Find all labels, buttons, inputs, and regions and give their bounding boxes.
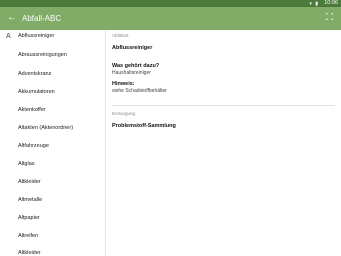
where-label: Was gehört dazu?: [112, 63, 160, 69]
list-item[interactable]: Altakten (Aktenordner): [18, 125, 73, 131]
divider: [112, 105, 335, 106]
where-value: Haushaltsreiniger: [112, 70, 151, 76]
list-item[interactable]: Akkumulatoren: [18, 89, 55, 95]
status-bar: ▾ ▮ 10:06: [0, 0, 341, 7]
fullscreen-icon[interactable]: [326, 13, 333, 20]
hint-value: siehe Schadstoffbehälter: [112, 88, 167, 94]
detail-pane: Abfallart Abflussreiniger Was gehört daz…: [106, 30, 341, 256]
section-label-category: Abfallart: [112, 33, 129, 38]
list-item[interactable]: Altfahrzeuge: [18, 143, 49, 149]
list-item[interactable]: Altreifen: [18, 233, 38, 239]
list-item[interactable]: Abraussreinigungen: [18, 52, 67, 58]
hint-label: Hinweis:: [112, 81, 135, 87]
list-item[interactable]: Altpapier: [18, 215, 40, 221]
app-title: Abfall-ABC: [22, 14, 62, 23]
list-item[interactable]: Altmetalle: [18, 197, 42, 203]
list-item[interactable]: Altglas: [18, 161, 35, 167]
list-item[interactable]: Aktenkoffer: [18, 107, 46, 113]
status-time: 10:06: [324, 0, 338, 6]
list-item[interactable]: Altkleider: [18, 179, 41, 185]
section-label-disposal: Entsorgung: [112, 111, 136, 116]
app-bar: ← Abfall-ABC: [0, 7, 341, 30]
list-item[interactable]: Adventskranz: [18, 71, 51, 77]
item-list: A Abflussreiniger Abraussreinigungen Adv…: [0, 30, 106, 256]
list-item[interactable]: Abflussreiniger: [18, 33, 54, 39]
list-item[interactable]: Altkleider: [18, 250, 41, 256]
item-name: Abflussreiniger: [112, 45, 153, 51]
back-arrow-icon[interactable]: ←: [7, 12, 17, 24]
alphabet-section-letter: A: [6, 33, 11, 40]
disposal-method: Problemstoff-Sammlung: [112, 123, 176, 129]
